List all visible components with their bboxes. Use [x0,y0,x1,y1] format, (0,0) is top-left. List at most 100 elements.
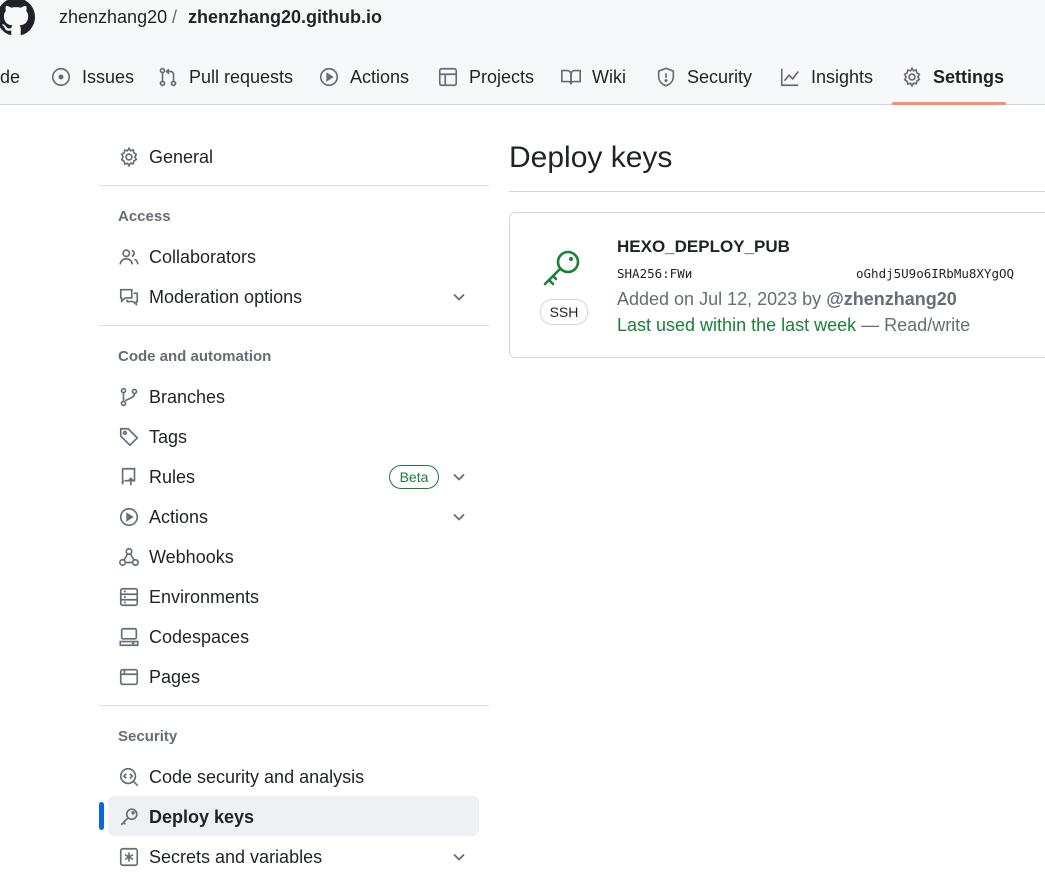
deploy-key-card [509,212,1045,358]
repo-push-icon [121,467,136,486]
tab-issues-label: Issues [82,66,135,87]
codespaces-icon [119,627,139,647]
sidebar-item-secrets-and-variables[interactable]: Secrets and variables [118,843,322,871]
sidebar-divider [99,705,489,706]
deploy-key-title: HEXO_DEPLOY_PUB [617,237,790,256]
sidebar-heading-code-and-automation: Code and automation [118,348,272,365]
sidebar-item-label: Actions [149,506,209,527]
people-icon [119,249,139,265]
codescan-icon [119,767,139,787]
breadcrumb-owner-link[interactable]: zhenzhang20 [59,7,167,28]
tab-insights[interactable]: Insights [779,63,873,91]
pull-request-icon [159,67,177,87]
tag-icon [119,427,139,447]
tab-settings-label: Settings [933,66,1005,87]
sidebar-divider [99,325,489,326]
book-icon [561,69,581,85]
sidebar-item-label: Webhooks [149,546,234,567]
tab-insights-label: Insights [811,66,874,87]
sidebar-item-label: Environments [149,586,260,607]
breadcrumb-repo-link[interactable]: zhenzhang20.github.io [188,7,382,28]
repo-header: zhenzhang20 / zhenzhang20.github.io de I… [0,0,1045,105]
tab-code-label: de [0,66,21,87]
sidebar-item-tags[interactable]: Tags [118,423,187,451]
key-icon [543,250,580,286]
graph-icon [780,68,799,87]
key-icon [120,808,138,826]
tab-actions[interactable]: Actions [318,63,409,91]
tab-wiki[interactable]: Wiki [560,63,626,91]
chevron-down-icon[interactable] [450,508,468,526]
asterisk-icon [119,847,139,867]
sidebar-item-label: General [149,146,214,167]
github-logo-icon[interactable] [0,0,38,36]
key-added-info: Added on Jul 12, 2023 by @zhenzhang20 [617,289,957,310]
sidebar-item-branches[interactable]: Branches [118,383,225,411]
key-access-level: — Read/write [861,315,971,335]
sidebar-divider [99,185,489,186]
browser-icon [119,668,139,686]
sidebar-item-label: Secrets and variables [149,846,323,867]
key-added-user-link[interactable]: @zhenzhang20 [826,289,957,309]
chevron-down-icon[interactable] [450,848,468,866]
key-added-text: Added on Jul 12, 2023 by [617,289,822,309]
sidebar-item-label: Moderation options [149,286,303,307]
tab-projects[interactable]: Projects [437,63,534,91]
breadcrumb-separator: / [172,7,178,27]
sidebar-item-label: Branches [149,386,226,407]
gear-icon [120,146,138,168]
sidebar-item-label: Tags [149,426,188,447]
tab-actions-label: Actions [350,66,410,87]
ssh-badge: SSH [540,299,588,325]
chevron-down-icon[interactable] [450,468,468,486]
tab-pull-requests[interactable]: Pull requests [157,63,293,91]
sidebar-item-code-security[interactable]: Code security and analysis [118,763,364,791]
tab-settings[interactable]: Settings [901,63,1004,91]
webhook-icon [119,547,139,567]
sidebar-item-moderation-options[interactable]: Moderation options [118,283,302,311]
play-icon [119,507,139,527]
tab-code[interactable]: de [0,63,20,91]
sidebar-item-label: Deploy keys [149,806,255,827]
key-last-used: Last used within the last week [617,315,857,335]
tab-issues[interactable]: Issues [50,63,134,91]
tab-security[interactable]: Security [655,63,752,91]
issue-icon [51,67,71,87]
sidebar-item-environments[interactable]: Environments [118,583,259,611]
chevron-down-icon[interactable] [450,288,468,306]
sidebar-item-webhooks[interactable]: Webhooks [118,543,234,571]
table-icon [438,67,458,87]
page-title: Deploy keys [509,141,673,174]
comment-discussion-icon [119,288,139,307]
sidebar-item-label: Collaborators [149,246,257,267]
gear-icon [903,66,921,88]
selected-item-indicator [99,802,104,830]
branch-icon [120,387,138,407]
sidebar-heading-access: Access [118,208,171,225]
tab-wiki-label: Wiki [592,66,626,87]
tab-security-label: Security [687,66,753,87]
title-divider [509,191,1045,192]
play-icon [319,67,339,87]
active-tab-indicator [892,102,1006,105]
sidebar-item-collaborators[interactable]: Collaborators [118,243,256,271]
key-usage-info: Last used within the last week — Read/wr… [617,315,970,336]
sidebar-item-label: Rules [149,466,196,487]
sidebar-item-pages[interactable]: Pages [118,663,200,691]
sidebar-item-label: Codespaces [149,626,250,647]
server-icon [119,587,139,607]
key-fingerprint-start: SHA256:FWи [617,266,693,281]
shield-icon [657,67,675,87]
tab-pull-requests-label: Pull requests [189,66,294,87]
sidebar-heading-security: Security [118,728,178,745]
key-fingerprint-end: oGhdj5U9o6IRbMu8XYgOQ [856,266,1015,281]
sidebar-item-actions[interactable]: Actions [118,503,208,531]
sidebar-item-rules[interactable]: Rules [118,463,195,491]
tab-projects-label: Projects [469,66,535,87]
sidebar-item-label: Code security and analysis [149,766,365,787]
sidebar-item-codespaces[interactable]: Codespaces [118,623,249,651]
sidebar-item-label: Pages [149,666,201,687]
sidebar-item-general[interactable]: General [118,143,213,171]
beta-badge: Beta [389,465,439,489]
sidebar-item-deploy-keys[interactable]: Deploy keys [118,803,254,831]
